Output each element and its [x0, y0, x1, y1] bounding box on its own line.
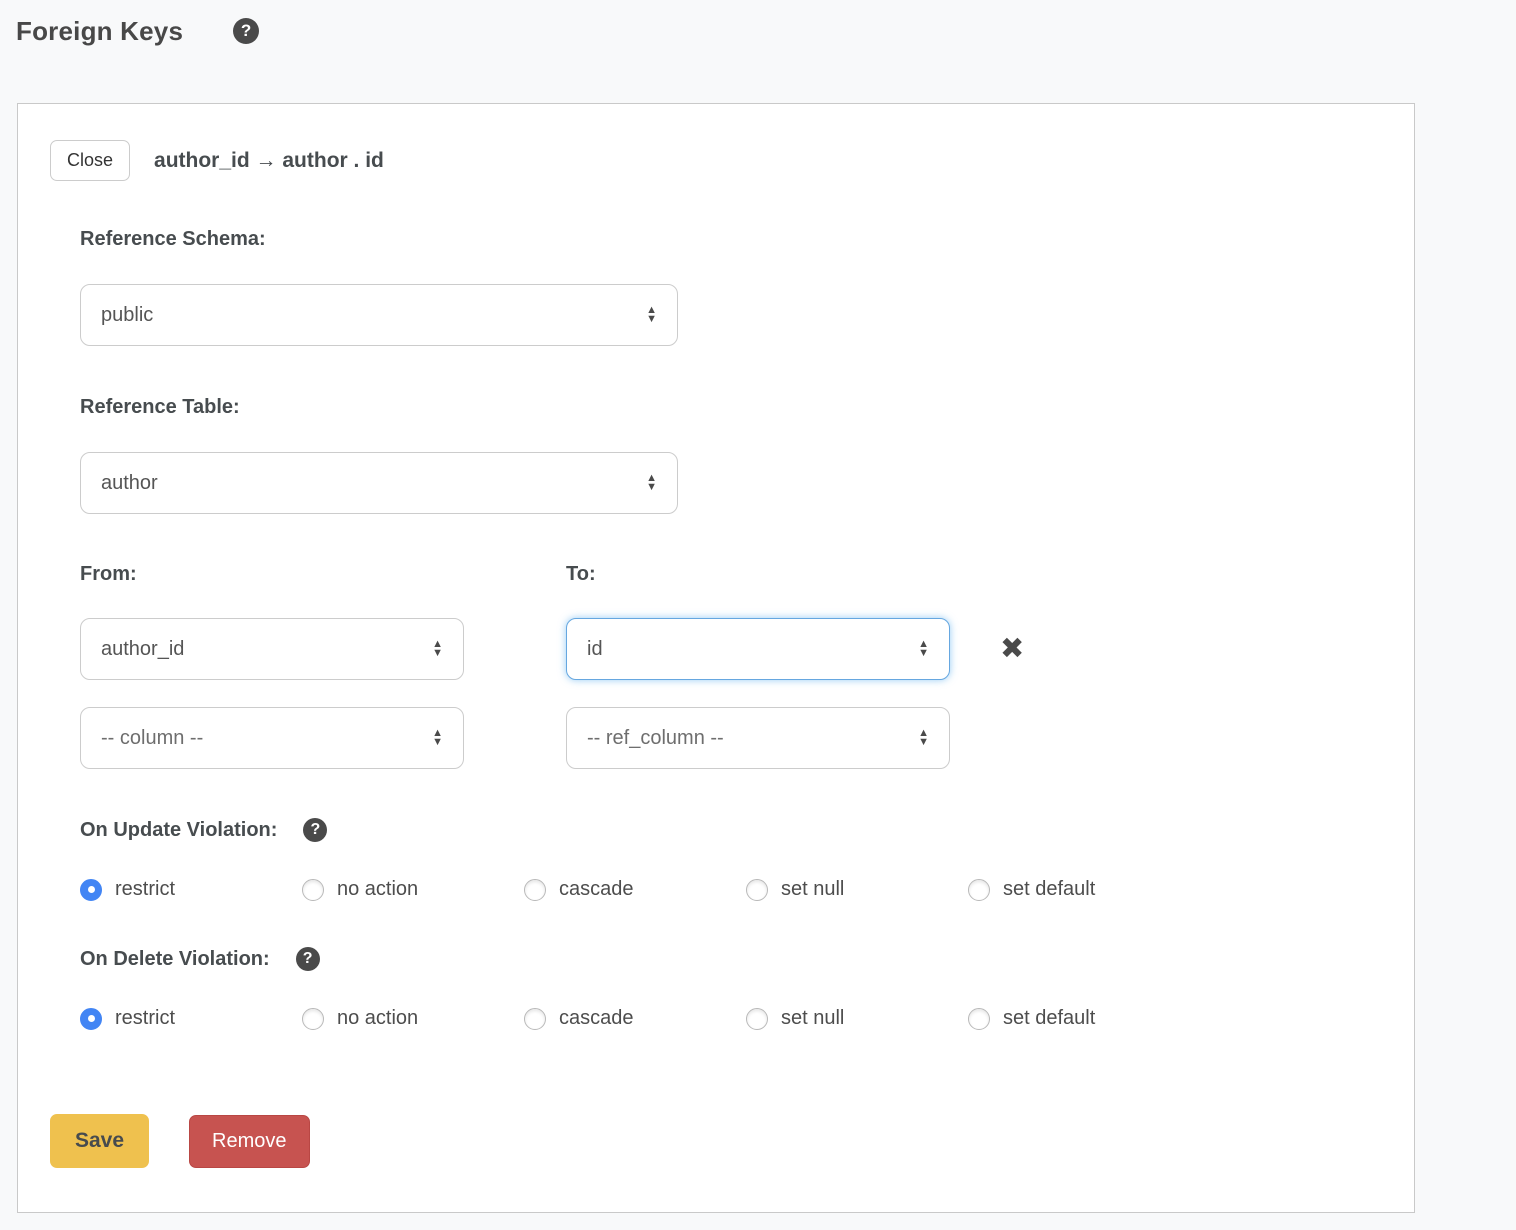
remove-column-pair: ✖: [1000, 618, 1024, 680]
on-update-violation-label: On Update Violation:: [80, 818, 277, 842]
delete-radio-no-action[interactable]: no action: [302, 1007, 524, 1030]
from-to-grid: From: author_id ▲▼ -- column -- ▲▼ To:: [80, 562, 1382, 769]
page-title: Foreign Keys: [16, 16, 183, 47]
radio-label: set default: [1003, 878, 1095, 901]
update-radio-set-default[interactable]: set default: [968, 878, 1190, 901]
reference-table-select[interactable]: author ▲▼: [80, 452, 678, 514]
reference-table-value: author: [101, 472, 158, 495]
radio-unselected-icon[interactable]: [968, 879, 990, 901]
reference-table-label: Reference Table:: [80, 395, 240, 419]
to-column-select[interactable]: id ▲▼: [566, 618, 950, 680]
radio-label: no action: [337, 1007, 418, 1030]
delete-radio-restrict[interactable]: restrict: [80, 1007, 302, 1030]
foreign-key-form: Reference Schema: public ▲▼ Reference Ta…: [80, 227, 1382, 1030]
reference-schema-value: public: [101, 304, 153, 327]
on-update-help-icon[interactable]: ?: [303, 818, 327, 842]
from-column-placeholder-select[interactable]: -- column -- ▲▼: [80, 707, 464, 769]
update-radio-cascade[interactable]: cascade: [524, 878, 746, 901]
from-column: From: author_id ▲▼ -- column -- ▲▼: [80, 562, 566, 769]
select-spinner-icon: ▲▼: [646, 306, 657, 324]
radio-label: set null: [781, 1007, 844, 1030]
radio-selected-icon[interactable]: [80, 879, 102, 901]
delete-radio-set-default[interactable]: set default: [968, 1007, 1190, 1030]
action-buttons-row: Save Remove: [50, 1114, 1382, 1168]
remove-column-pair-icon[interactable]: ✖: [1000, 635, 1024, 664]
from-label: From:: [80, 562, 566, 586]
from-column-value: author_id: [101, 638, 184, 661]
to-column-value: id: [587, 638, 603, 661]
close-button[interactable]: Close: [50, 140, 130, 181]
delete-radio-set-null[interactable]: set null: [746, 1007, 968, 1030]
save-button[interactable]: Save: [50, 1114, 149, 1168]
update-radio-no-action[interactable]: no action: [302, 878, 524, 901]
on-delete-help-icon[interactable]: ?: [296, 947, 320, 971]
editor-header-row: Close author_id → author . id: [50, 140, 1382, 181]
radio-label: cascade: [559, 1007, 634, 1030]
update-radio-set-null[interactable]: set null: [746, 878, 968, 901]
select-spinner-icon: ▲▼: [918, 729, 929, 747]
foreign-key-heading: author_id → author . id: [154, 149, 384, 173]
radio-unselected-icon[interactable]: [302, 1008, 324, 1030]
radio-unselected-icon[interactable]: [746, 879, 768, 901]
radio-label: no action: [337, 878, 418, 901]
on-update-violation-header: On Update Violation: ?: [80, 818, 1382, 842]
reference-schema-label: Reference Schema:: [80, 227, 266, 251]
on-delete-radio-group: restrict no action cascade set null set …: [80, 1007, 1382, 1030]
select-spinner-icon: ▲▼: [646, 474, 657, 492]
on-update-radio-group: restrict no action cascade set null set …: [80, 878, 1382, 901]
from-column-select[interactable]: author_id ▲▼: [80, 618, 464, 680]
to-column: To: id ▲▼ -- ref_column -- ▲▼: [566, 562, 950, 769]
foreign-keys-help-icon[interactable]: ?: [233, 18, 259, 44]
delete-radio-cascade[interactable]: cascade: [524, 1007, 746, 1030]
select-spinner-icon: ▲▼: [432, 729, 443, 747]
radio-label: restrict: [115, 878, 175, 901]
to-ref-column-placeholder-select[interactable]: -- ref_column -- ▲▼: [566, 707, 950, 769]
reference-schema-select[interactable]: public ▲▼: [80, 284, 678, 346]
radio-unselected-icon[interactable]: [746, 1008, 768, 1030]
select-spinner-icon: ▲▼: [432, 640, 443, 658]
radio-unselected-icon[interactable]: [302, 879, 324, 901]
foreign-key-editor-panel: Close author_id → author . id Reference …: [17, 103, 1415, 1213]
radio-label: set null: [781, 878, 844, 901]
select-spinner-icon: ▲▼: [918, 640, 929, 658]
to-ref-column-placeholder: -- ref_column --: [587, 727, 724, 750]
radio-unselected-icon[interactable]: [524, 1008, 546, 1030]
remove-button[interactable]: Remove: [189, 1115, 309, 1168]
update-radio-restrict[interactable]: restrict: [80, 878, 302, 901]
radio-label: cascade: [559, 878, 634, 901]
radio-label: restrict: [115, 1007, 175, 1030]
radio-selected-icon[interactable]: [80, 1008, 102, 1030]
radio-unselected-icon[interactable]: [524, 879, 546, 901]
on-delete-violation-label: On Delete Violation:: [80, 947, 270, 971]
on-delete-violation-header: On Delete Violation: ?: [80, 947, 1382, 971]
to-label: To:: [566, 562, 950, 586]
radio-unselected-icon[interactable]: [968, 1008, 990, 1030]
radio-label: set default: [1003, 1007, 1095, 1030]
from-column-placeholder: -- column --: [101, 727, 203, 750]
page-header: Foreign Keys ?: [0, 0, 1516, 46]
